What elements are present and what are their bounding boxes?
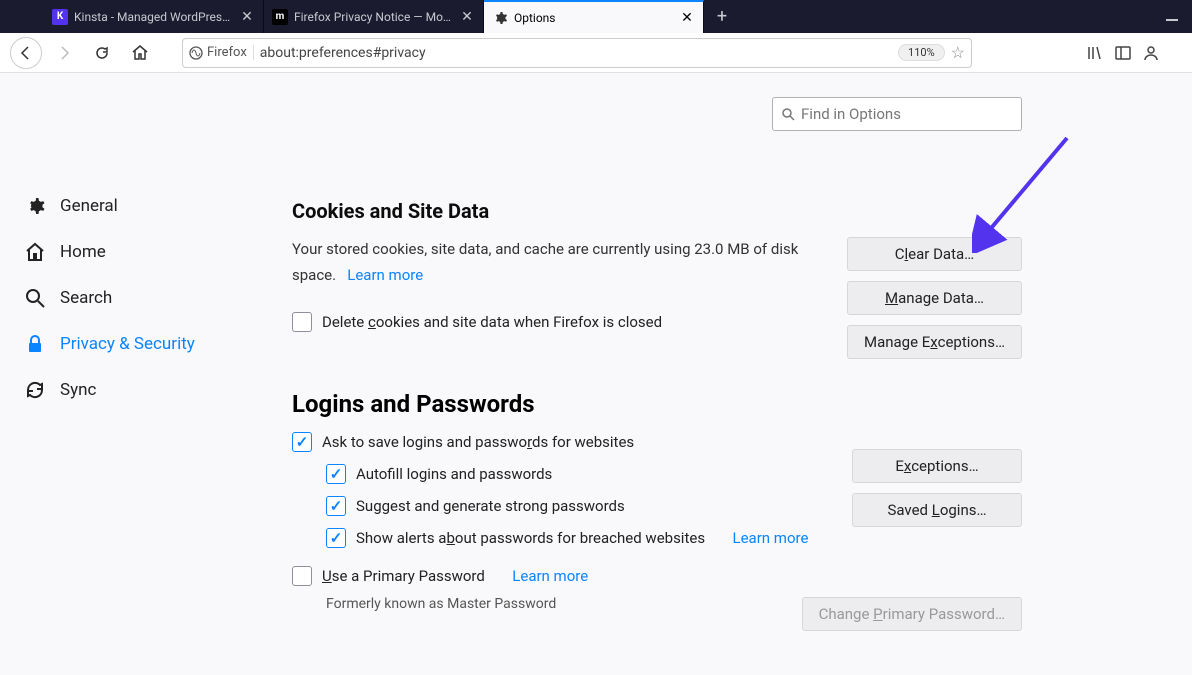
tab-favicon: K	[52, 9, 68, 25]
sidebar: General Home Search Privacy & Security S…	[0, 73, 256, 675]
delete-cookies-checkbox[interactable]	[292, 312, 312, 332]
exceptions-button[interactable]: Exceptions…	[852, 449, 1022, 483]
home-icon	[24, 241, 46, 263]
manage-exceptions-button[interactable]: Manage Exceptions…	[847, 325, 1022, 359]
cookies-buttons: Clear Data… Manage Data… Manage Exceptio…	[847, 237, 1022, 359]
alerts-checkbox[interactable]	[326, 528, 346, 548]
sidebar-item-home[interactable]: Home	[0, 229, 256, 275]
manage-data-button[interactable]: Manage Data…	[847, 281, 1022, 315]
bookmark-star-icon[interactable]: ☆	[951, 43, 965, 62]
sidebar-item-search[interactable]: Search	[0, 275, 256, 321]
sidebar-item-label: General	[60, 196, 118, 216]
learn-more-link[interactable]: Learn more	[512, 567, 588, 585]
search-placeholder: Find in Options	[801, 105, 901, 123]
sidebar-item-privacy[interactable]: Privacy & Security	[0, 321, 256, 367]
sync-icon	[24, 379, 46, 401]
delete-cookies-label: Delete cookies and site data when Firefo…	[322, 313, 662, 331]
clear-data-button[interactable]: Clear Data…	[847, 237, 1022, 271]
section-heading: Cookies and Site Data	[292, 199, 1032, 223]
identity-label: Firefox	[207, 45, 247, 60]
back-button[interactable]	[10, 37, 42, 69]
gear-icon	[24, 195, 46, 217]
autofill-checkbox[interactable]	[326, 464, 346, 484]
suggest-label: Suggest and generate strong passwords	[356, 497, 625, 515]
alerts-label: Show alerts about passwords for breached…	[356, 529, 705, 547]
learn-more-link[interactable]: Learn more	[347, 266, 423, 284]
tab-label: Firefox Privacy Notice — Mozilla	[294, 10, 453, 24]
home-button[interactable]	[124, 37, 156, 69]
search-input[interactable]: Find in Options	[772, 97, 1022, 131]
library-icon[interactable]	[1086, 44, 1104, 62]
lock-icon	[24, 333, 46, 355]
sidebar-item-general[interactable]: General	[0, 183, 256, 229]
section-heading: Logins and Passwords	[292, 390, 1032, 418]
tab-kinsta[interactable]: K Kinsta - Managed WordPress Hosting ✕	[44, 0, 264, 33]
search-icon	[24, 287, 46, 309]
close-icon[interactable]: ✕	[459, 9, 475, 25]
nav-toolbar: Firefox about:preferences#privacy 110% ☆	[0, 33, 1192, 73]
zoom-indicator[interactable]: 110%	[898, 44, 945, 61]
sidebar-item-label: Sync	[60, 380, 96, 400]
close-icon[interactable]: ✕	[679, 10, 695, 26]
tab-label: Kinsta - Managed WordPress Hosting	[74, 10, 233, 24]
primary-password-checkbox[interactable]	[292, 566, 312, 586]
search-icon	[781, 107, 795, 121]
sidebar-icon[interactable]	[1114, 44, 1132, 62]
change-password-row: Change Primary Password…	[802, 597, 1022, 631]
tab-bar: K Kinsta - Managed WordPress Hosting ✕ m…	[0, 0, 1192, 33]
cookies-description: Your stored cookies, site data, and cach…	[292, 237, 812, 288]
sidebar-item-label: Search	[60, 288, 112, 308]
autofill-label: Autofill logins and passwords	[356, 465, 552, 483]
ask-save-checkbox[interactable]	[292, 432, 312, 452]
reload-button[interactable]	[86, 37, 118, 69]
learn-more-link[interactable]: Learn more	[733, 529, 809, 547]
preferences-page: General Home Search Privacy & Security S…	[0, 73, 1192, 675]
tab-label: Options	[514, 11, 673, 25]
suggest-checkbox[interactable]	[326, 496, 346, 516]
identity-box[interactable]: Firefox	[189, 45, 254, 60]
sidebar-item-sync[interactable]: Sync	[0, 367, 256, 413]
tab-options[interactable]: Options ✕	[484, 0, 704, 33]
close-icon[interactable]: ✕	[239, 9, 255, 25]
logins-buttons: Exceptions… Saved Logins…	[852, 449, 1022, 527]
tab-favicon: m	[272, 9, 288, 25]
primary-password-label: Use a Primary Password	[322, 567, 485, 585]
url-bar[interactable]: Firefox about:preferences#privacy 110% ☆	[182, 38, 972, 68]
window-minimize-icon[interactable]	[1166, 10, 1180, 24]
new-tab-button[interactable]: +	[704, 0, 740, 33]
url-text: about:preferences#privacy	[260, 45, 892, 61]
content-area: Find in Options Cookies and Site Data Yo…	[256, 73, 1192, 675]
sidebar-item-label: Privacy & Security	[60, 334, 195, 354]
ask-save-label: Ask to save logins and passwords for web…	[322, 433, 634, 451]
change-primary-password-button: Change Primary Password…	[802, 597, 1022, 631]
tab-mozilla[interactable]: m Firefox Privacy Notice — Mozilla ✕	[264, 0, 484, 33]
saved-logins-button[interactable]: Saved Logins…	[852, 493, 1022, 527]
sidebar-item-label: Home	[60, 242, 106, 262]
forward-button	[48, 37, 80, 69]
gear-icon	[492, 10, 508, 26]
account-icon[interactable]	[1142, 44, 1160, 62]
firefox-icon	[189, 46, 203, 60]
